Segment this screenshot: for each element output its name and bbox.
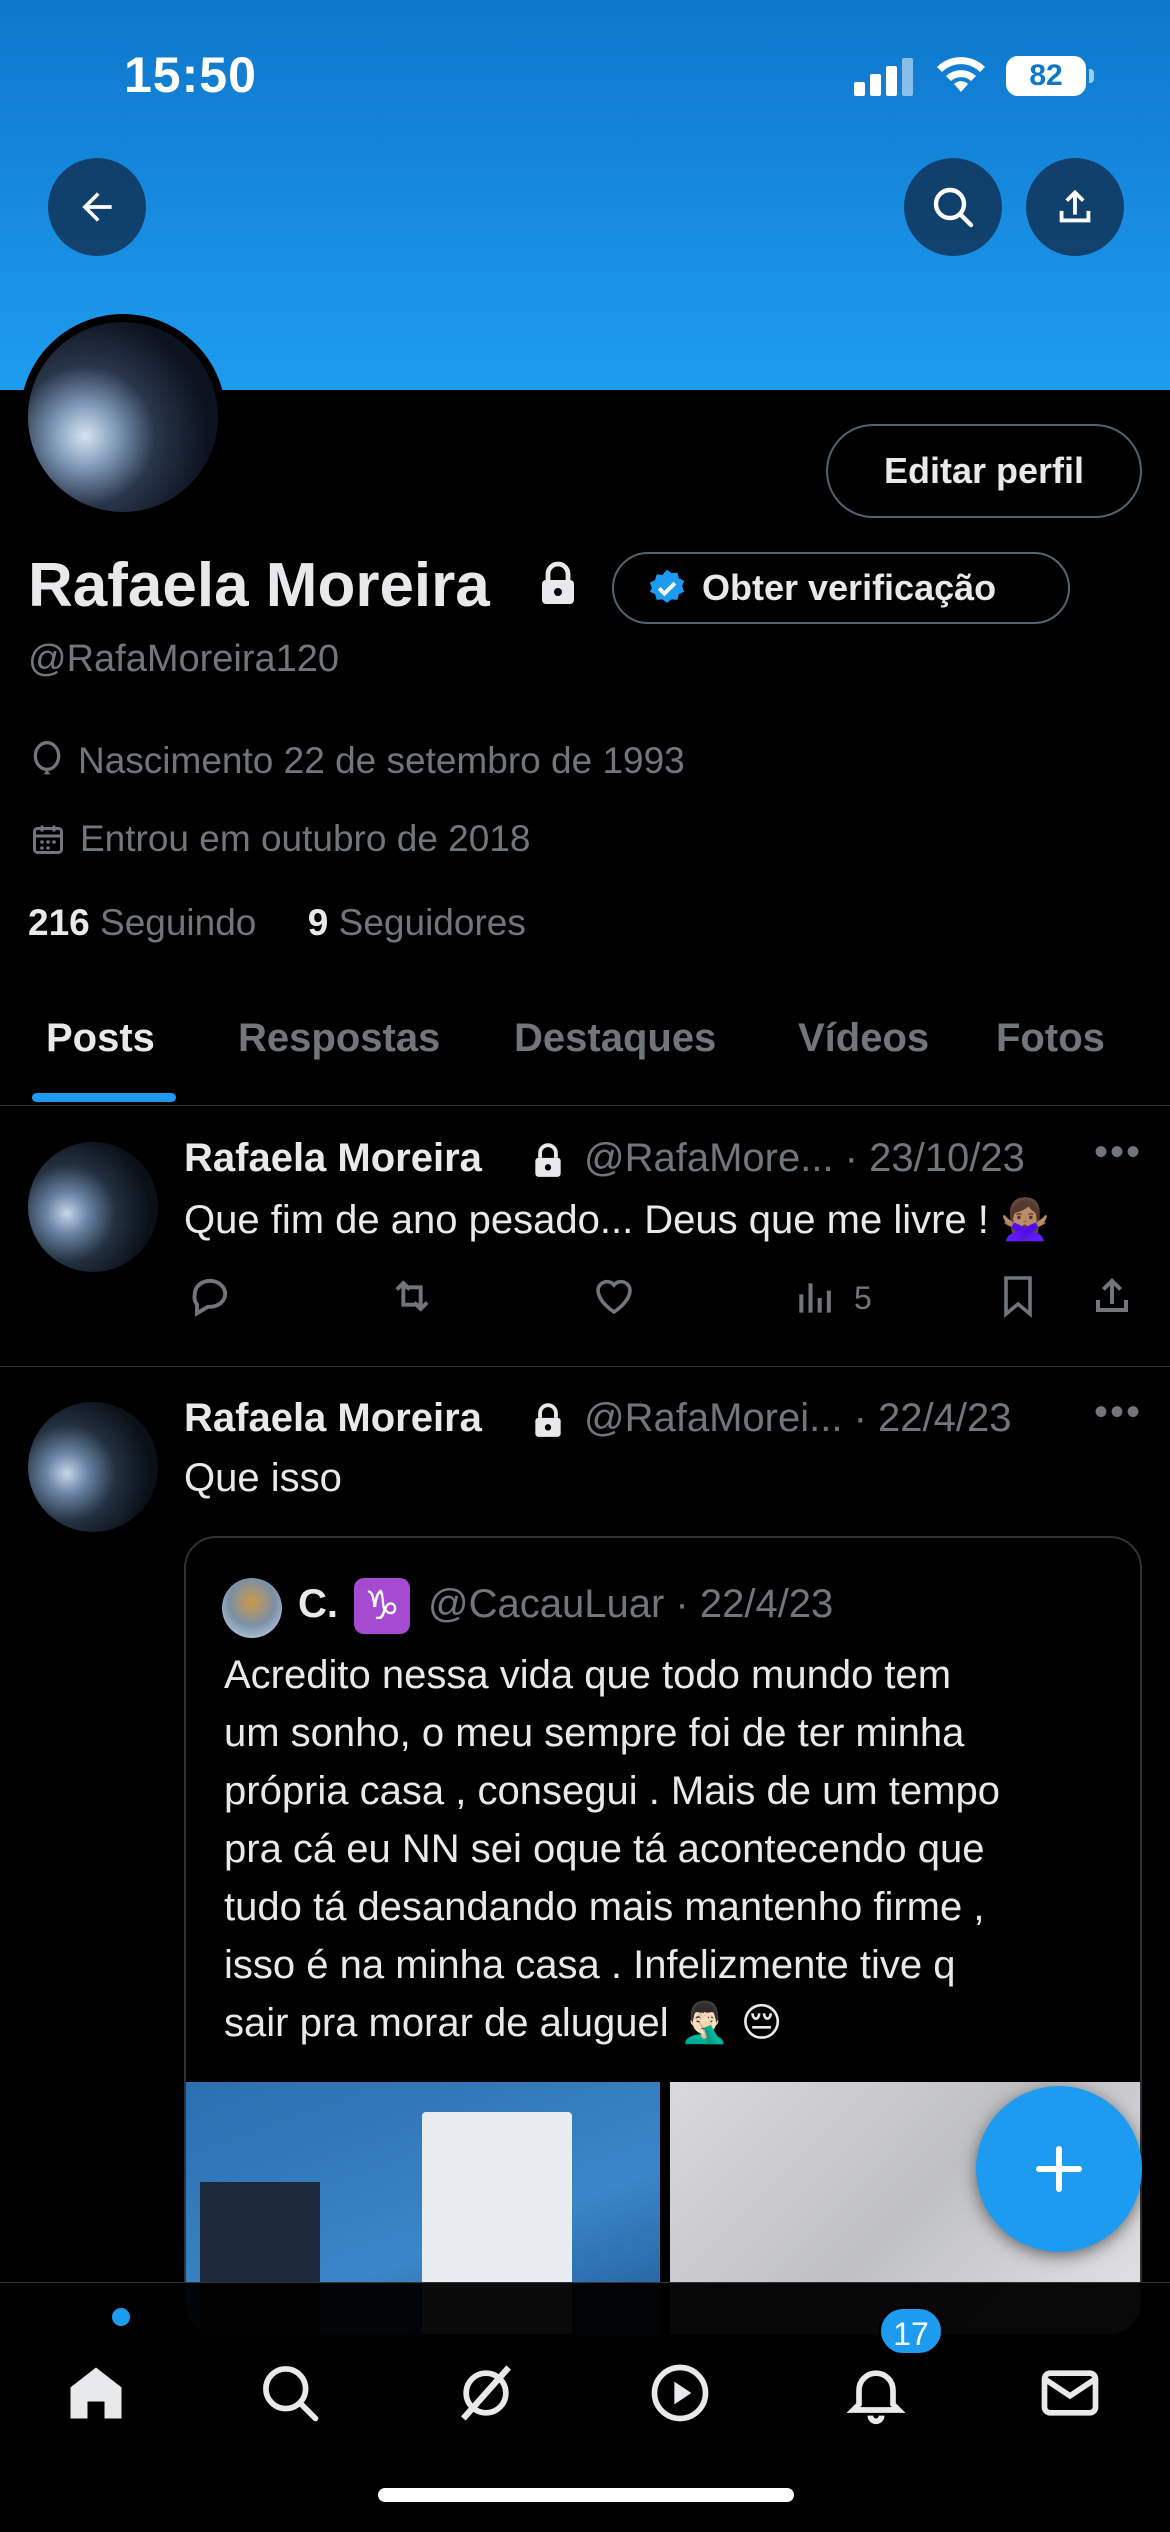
status-bar: 15:50 82 — [0, 0, 1170, 150]
tab-photos[interactable]: Fotos — [996, 1016, 1105, 1061]
quoted-handle-date: @CacauLuar · 22/4/23 — [428, 1582, 834, 1626]
follow-stats: 216 Seguindo 9 Seguidores — [28, 902, 526, 944]
post-avatar[interactable] — [28, 1402, 158, 1532]
quoted-text-line: isso é na minha casa . Infelizmente tive… — [224, 1943, 956, 1987]
plus-icon — [1036, 2146, 1082, 2192]
search-icon — [933, 187, 974, 228]
join-date-text: Entrou em outubro de 2018 — [80, 818, 531, 859]
quoted-text-line: pra cá eu NN sei oque tá acontecendo que — [224, 1827, 985, 1871]
grok-icon[interactable] — [452, 2359, 520, 2427]
birth-date: Nascimento 22 de setembro de 1993 — [30, 740, 685, 782]
lock-icon — [542, 561, 574, 604]
following-link[interactable]: 216 Seguindo — [28, 902, 256, 943]
share-icon[interactable] — [1088, 1270, 1136, 1322]
post-item[interactable]: Rafaela Moreira @RafaMore... · 23/10/23 … — [0, 1106, 1170, 1366]
battery-indicator: 82 — [1006, 56, 1094, 96]
cellular-signal-icon — [854, 56, 914, 96]
post-author-name[interactable]: Rafaela Moreira — [184, 1396, 482, 1441]
followers-count: 9 — [307, 902, 329, 943]
video-play-icon[interactable] — [646, 2359, 714, 2427]
search-button[interactable] — [904, 158, 1002, 256]
get-verified-label: Obter verificação — [702, 567, 997, 608]
following-label: Seguindo — [100, 902, 257, 943]
calendar-icon — [33, 825, 63, 854]
home-indicator[interactable] — [378, 2488, 794, 2502]
quoted-text-line: sair pra morar de aluguel 🤦🏻‍♂️ 😔 — [224, 2001, 783, 2045]
post-text: Que fim de ano pesado... Deus que me liv… — [184, 1198, 1050, 1242]
post-avatar[interactable] — [28, 1142, 158, 1272]
capricorn-icon: ♑ — [354, 1578, 410, 1634]
lock-icon — [535, 1143, 561, 1177]
post-author-name[interactable]: Rafaela Moreira — [184, 1136, 482, 1181]
verified-badge-icon — [649, 569, 685, 603]
post-more-icon[interactable]: ••• — [1094, 1130, 1142, 1175]
quoted-text-line: própria casa , consegui . Mais de um tem… — [224, 1769, 1000, 1813]
quoted-text: Acredito nessa vida que todo mundo tem u… — [224, 1646, 1124, 2052]
followers-label: Seguidores — [338, 902, 526, 943]
avatar-photo — [28, 322, 218, 512]
lock-icon — [535, 1403, 561, 1437]
analytics-icon — [799, 1283, 831, 1313]
notifications-bell-icon[interactable] — [842, 2359, 910, 2427]
arrow-left-icon — [82, 192, 112, 222]
wifi-icon — [937, 57, 985, 92]
post-text: Que isso — [184, 1456, 342, 1500]
home-unread-dot — [112, 2308, 130, 2326]
join-date: Entrou em outubro de 2018 — [30, 818, 531, 860]
profile-name: Rafaela Moreira — [28, 551, 490, 620]
tab-videos[interactable]: Vídeos — [798, 1016, 929, 1061]
quoted-text-line: tudo tá desandando mais mantenho firme , — [224, 1885, 985, 1929]
tab-replies[interactable]: Respostas — [238, 1016, 440, 1061]
share-profile-button[interactable] — [1026, 158, 1124, 256]
views-number: 5 — [854, 1279, 872, 1316]
quoted-text-line: Acredito nessa vida que todo mundo tem — [224, 1653, 952, 1697]
home-icon[interactable] — [62, 2359, 130, 2427]
back-button[interactable] — [48, 158, 146, 256]
repost-icon[interactable] — [384, 1270, 440, 1322]
quoted-text-line: um sonho, o meu sempre foi de ter minha — [224, 1711, 965, 1755]
reply-icon[interactable] — [184, 1270, 236, 1322]
search-icon[interactable] — [256, 2359, 324, 2427]
edit-profile-button[interactable]: Editar perfil — [826, 424, 1142, 518]
views-count[interactable]: 5 — [794, 1276, 872, 1320]
quoted-author-avatar — [222, 1578, 282, 1638]
birth-date-text: Nascimento 22 de setembro de 1993 — [78, 740, 685, 781]
following-count: 216 — [28, 902, 90, 943]
messages-mail-icon[interactable] — [1036, 2359, 1104, 2427]
get-verified-button[interactable]: Obter verificação — [612, 552, 1070, 624]
quoted-author-name: C. — [298, 1582, 338, 1626]
post-handle-date: @RafaMore... · 23/10/23 — [584, 1136, 1025, 1180]
status-time: 15:50 — [124, 47, 257, 103]
profile-tabs: Posts Respostas Destaques Vídeos Fotos — [0, 1000, 1170, 1106]
followers-link[interactable]: 9 Seguidores — [308, 902, 526, 943]
profile-avatar[interactable] — [20, 314, 226, 520]
balloon-icon — [33, 741, 61, 775]
profile-handle: @RafaMoreira120 — [28, 638, 340, 680]
bookmark-icon[interactable] — [994, 1270, 1042, 1322]
tab-highlights[interactable]: Destaques — [514, 1016, 716, 1061]
post-more-icon[interactable]: ••• — [1094, 1390, 1142, 1435]
notifications-badge: 17 — [878, 2306, 944, 2356]
share-icon — [1059, 189, 1091, 223]
like-icon[interactable] — [588, 1272, 640, 1320]
tab-posts[interactable]: Posts — [46, 1016, 155, 1061]
compose-post-button[interactable] — [976, 2086, 1142, 2252]
active-tab-indicator — [32, 1093, 176, 1102]
post-handle-date: @RafaMorei... · 22/4/23 — [584, 1396, 1012, 1440]
